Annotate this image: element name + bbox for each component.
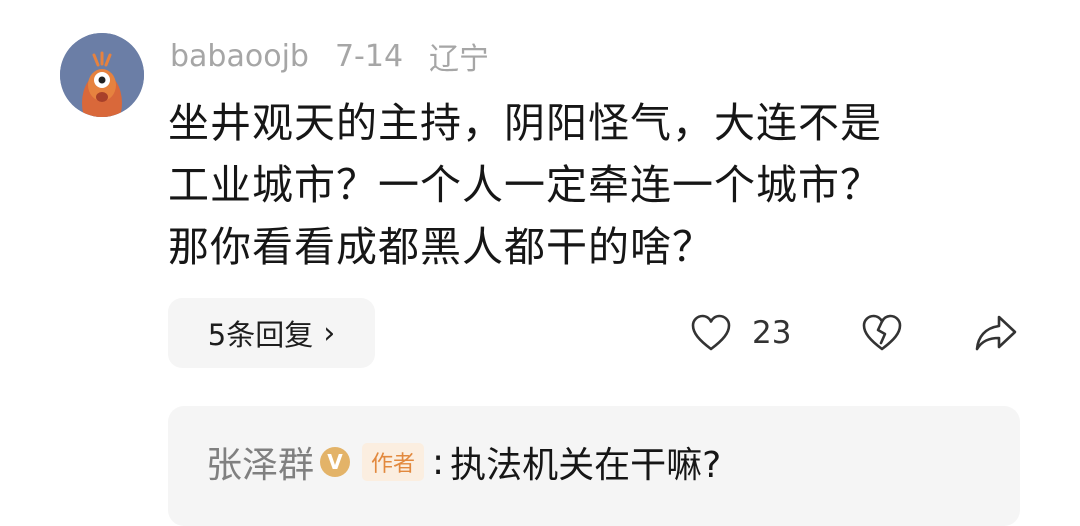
- comment-line: 坐井观天的主持，阴阳怪气，大连不是: [168, 99, 882, 147]
- comment-line: 那你看看成都黑人都干的啥？: [168, 223, 714, 271]
- reply-text: 执法机关在干嘛?: [450, 445, 722, 486]
- verified-badge-icon: V: [320, 447, 351, 477]
- share-icon[interactable]: [973, 311, 1019, 355]
- comment-meta: babaoojb 7-14 辽宁: [170, 34, 515, 78]
- comment-location: 辽宁: [429, 42, 490, 77]
- broken-heart-icon[interactable]: [860, 311, 904, 355]
- view-replies-button[interactable]: 5条回复 ›: [168, 298, 375, 368]
- like-count: 23: [752, 315, 792, 351]
- comment-date: 7-14: [334, 38, 404, 74]
- like-heart-icon[interactable]: [689, 311, 733, 355]
- avatar-image: [60, 33, 144, 117]
- reply-line: 张泽群 V 作者 : 执法机关在干嘛?: [206, 436, 721, 488]
- author-tag: 作者: [362, 443, 425, 481]
- reply-author-name[interactable]: 张泽群: [206, 436, 314, 488]
- comment-line: 工业城市？一个人一定牵连一个城市？: [168, 161, 882, 209]
- replies-label: 5条回复: [207, 318, 314, 352]
- username[interactable]: babaoojb: [170, 39, 309, 74]
- chevron-right-icon: ›: [323, 315, 336, 351]
- reply-colon: :: [432, 441, 445, 483]
- comment-body: 坐井观天的主持，阴阳怪气，大连不是 工业城市？一个人一定牵连一个城市？ 那你看看…: [168, 92, 1028, 278]
- reply-preview[interactable]: 张泽群 V 作者 : 执法机关在干嘛?: [168, 406, 1020, 526]
- avatar[interactable]: [60, 33, 144, 117]
